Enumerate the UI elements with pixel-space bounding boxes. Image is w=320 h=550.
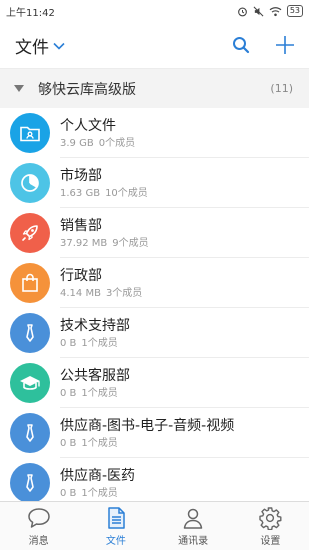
necktie-icon xyxy=(10,413,50,453)
list-item-size: 1.63 GB xyxy=(60,187,101,199)
necktie-icon xyxy=(10,313,50,353)
rocket-icon xyxy=(10,213,50,253)
list-item-size: 4.14 MB xyxy=(60,287,101,299)
alarm-icon xyxy=(237,7,247,16)
group-count: (11) xyxy=(270,82,293,95)
list-item[interactable]: 销售部 37.92 MB 9个成员 xyxy=(0,208,309,258)
list-item-name: 技术支持部 xyxy=(60,317,130,334)
mute-icon xyxy=(253,6,264,16)
app-header: 文件 xyxy=(0,22,309,68)
search-button[interactable] xyxy=(229,33,253,57)
chevron-down-icon[interactable] xyxy=(53,42,65,50)
list-item-members: 0个成员 xyxy=(98,137,136,149)
status-bar: 上午11:42 53 xyxy=(0,0,309,22)
list-item-members: 10个成员 xyxy=(105,187,148,199)
list-item[interactable]: 行政部 4.14 MB 3个成员 xyxy=(0,258,309,308)
tab-label: 文件 xyxy=(105,535,126,547)
tab-contacts[interactable]: 通讯录 xyxy=(155,502,232,550)
page-title[interactable]: 文件 xyxy=(15,33,49,58)
list-item-name: 个人文件 xyxy=(60,117,116,134)
list-item-members: 1个成员 xyxy=(81,487,118,499)
tab-files[interactable]: 文件 xyxy=(77,502,154,550)
list-item[interactable]: 公共客服部 0 B 1个成员 xyxy=(0,358,309,408)
list-item-size: 0 B xyxy=(60,387,77,399)
tab-label: 通讯录 xyxy=(178,535,209,547)
contact-icon xyxy=(183,508,203,529)
list-item[interactable]: 市场部 1.63 GB 10个成员 xyxy=(0,158,309,208)
wifi-icon xyxy=(269,6,282,16)
pie-chart-icon xyxy=(10,163,50,203)
list-item-size: 0 B xyxy=(60,487,77,499)
tab-settings[interactable]: 设置 xyxy=(232,502,309,550)
search-icon xyxy=(233,37,250,54)
necktie-icon xyxy=(10,463,50,501)
library-group-header[interactable]: 够快云库高级版 (11) xyxy=(0,68,309,108)
folder-user-icon xyxy=(10,113,50,153)
gear-icon xyxy=(259,506,282,530)
graduation-cap-icon xyxy=(10,363,50,403)
list-item-size: 37.92 MB xyxy=(60,237,108,249)
status-icons: 53 xyxy=(237,5,303,17)
list-item[interactable]: 供应商-图书-电子-音频-视频 0 B 1个成员 xyxy=(0,408,309,458)
list-item[interactable]: 技术支持部 0 B 1个成员 xyxy=(0,308,309,358)
list-item-name: 公共客服部 xyxy=(60,367,130,384)
list-item-members: 1个成员 xyxy=(81,387,118,399)
list-item-members: 3个成员 xyxy=(105,287,143,299)
tab-label: 设置 xyxy=(260,535,281,547)
list-item-name: 销售部 xyxy=(60,217,102,234)
tab-label: 消息 xyxy=(28,535,49,547)
list-item-members: 1个成员 xyxy=(81,337,118,349)
list-item-name: 供应商-医药 xyxy=(60,467,136,484)
battery-icon: 53 xyxy=(286,5,303,17)
list-item-size: 0 B xyxy=(60,437,77,449)
header-actions xyxy=(229,33,297,57)
list-item[interactable]: 个人文件 3.9 GB 0个成员 xyxy=(0,108,309,158)
list-item-members: 1个成员 xyxy=(81,437,118,449)
library-list: 个人文件 3.9 GB 0个成员 市场部 1.63 GB 10个成员 销售部 37.… xyxy=(0,108,309,501)
add-button[interactable] xyxy=(273,33,297,57)
tab-messages[interactable]: 消息 xyxy=(0,502,77,550)
list-item-size: 3.9 GB xyxy=(60,137,94,149)
list-item-name: 行政部 xyxy=(60,267,102,284)
chat-bubble-icon xyxy=(27,507,50,528)
document-icon xyxy=(108,506,125,529)
shopping-bag-icon xyxy=(10,263,50,303)
group-name: 够快云库高级版 xyxy=(38,81,136,98)
plus-icon xyxy=(276,36,294,54)
bottom-tab-bar: 消息 文件 通讯录 设置 xyxy=(0,501,309,550)
list-item[interactable]: 供应商-医药 0 B 1个成员 xyxy=(0,458,309,501)
list-item-name: 供应商-图书-电子-音频-视频 xyxy=(60,417,235,434)
list-item-name: 市场部 xyxy=(60,167,102,184)
status-time: 上午11:42 xyxy=(6,7,55,19)
list-item-members: 9个成员 xyxy=(112,237,149,249)
list-item-size: 0 B xyxy=(60,337,77,349)
caret-down-icon[interactable] xyxy=(14,85,24,92)
